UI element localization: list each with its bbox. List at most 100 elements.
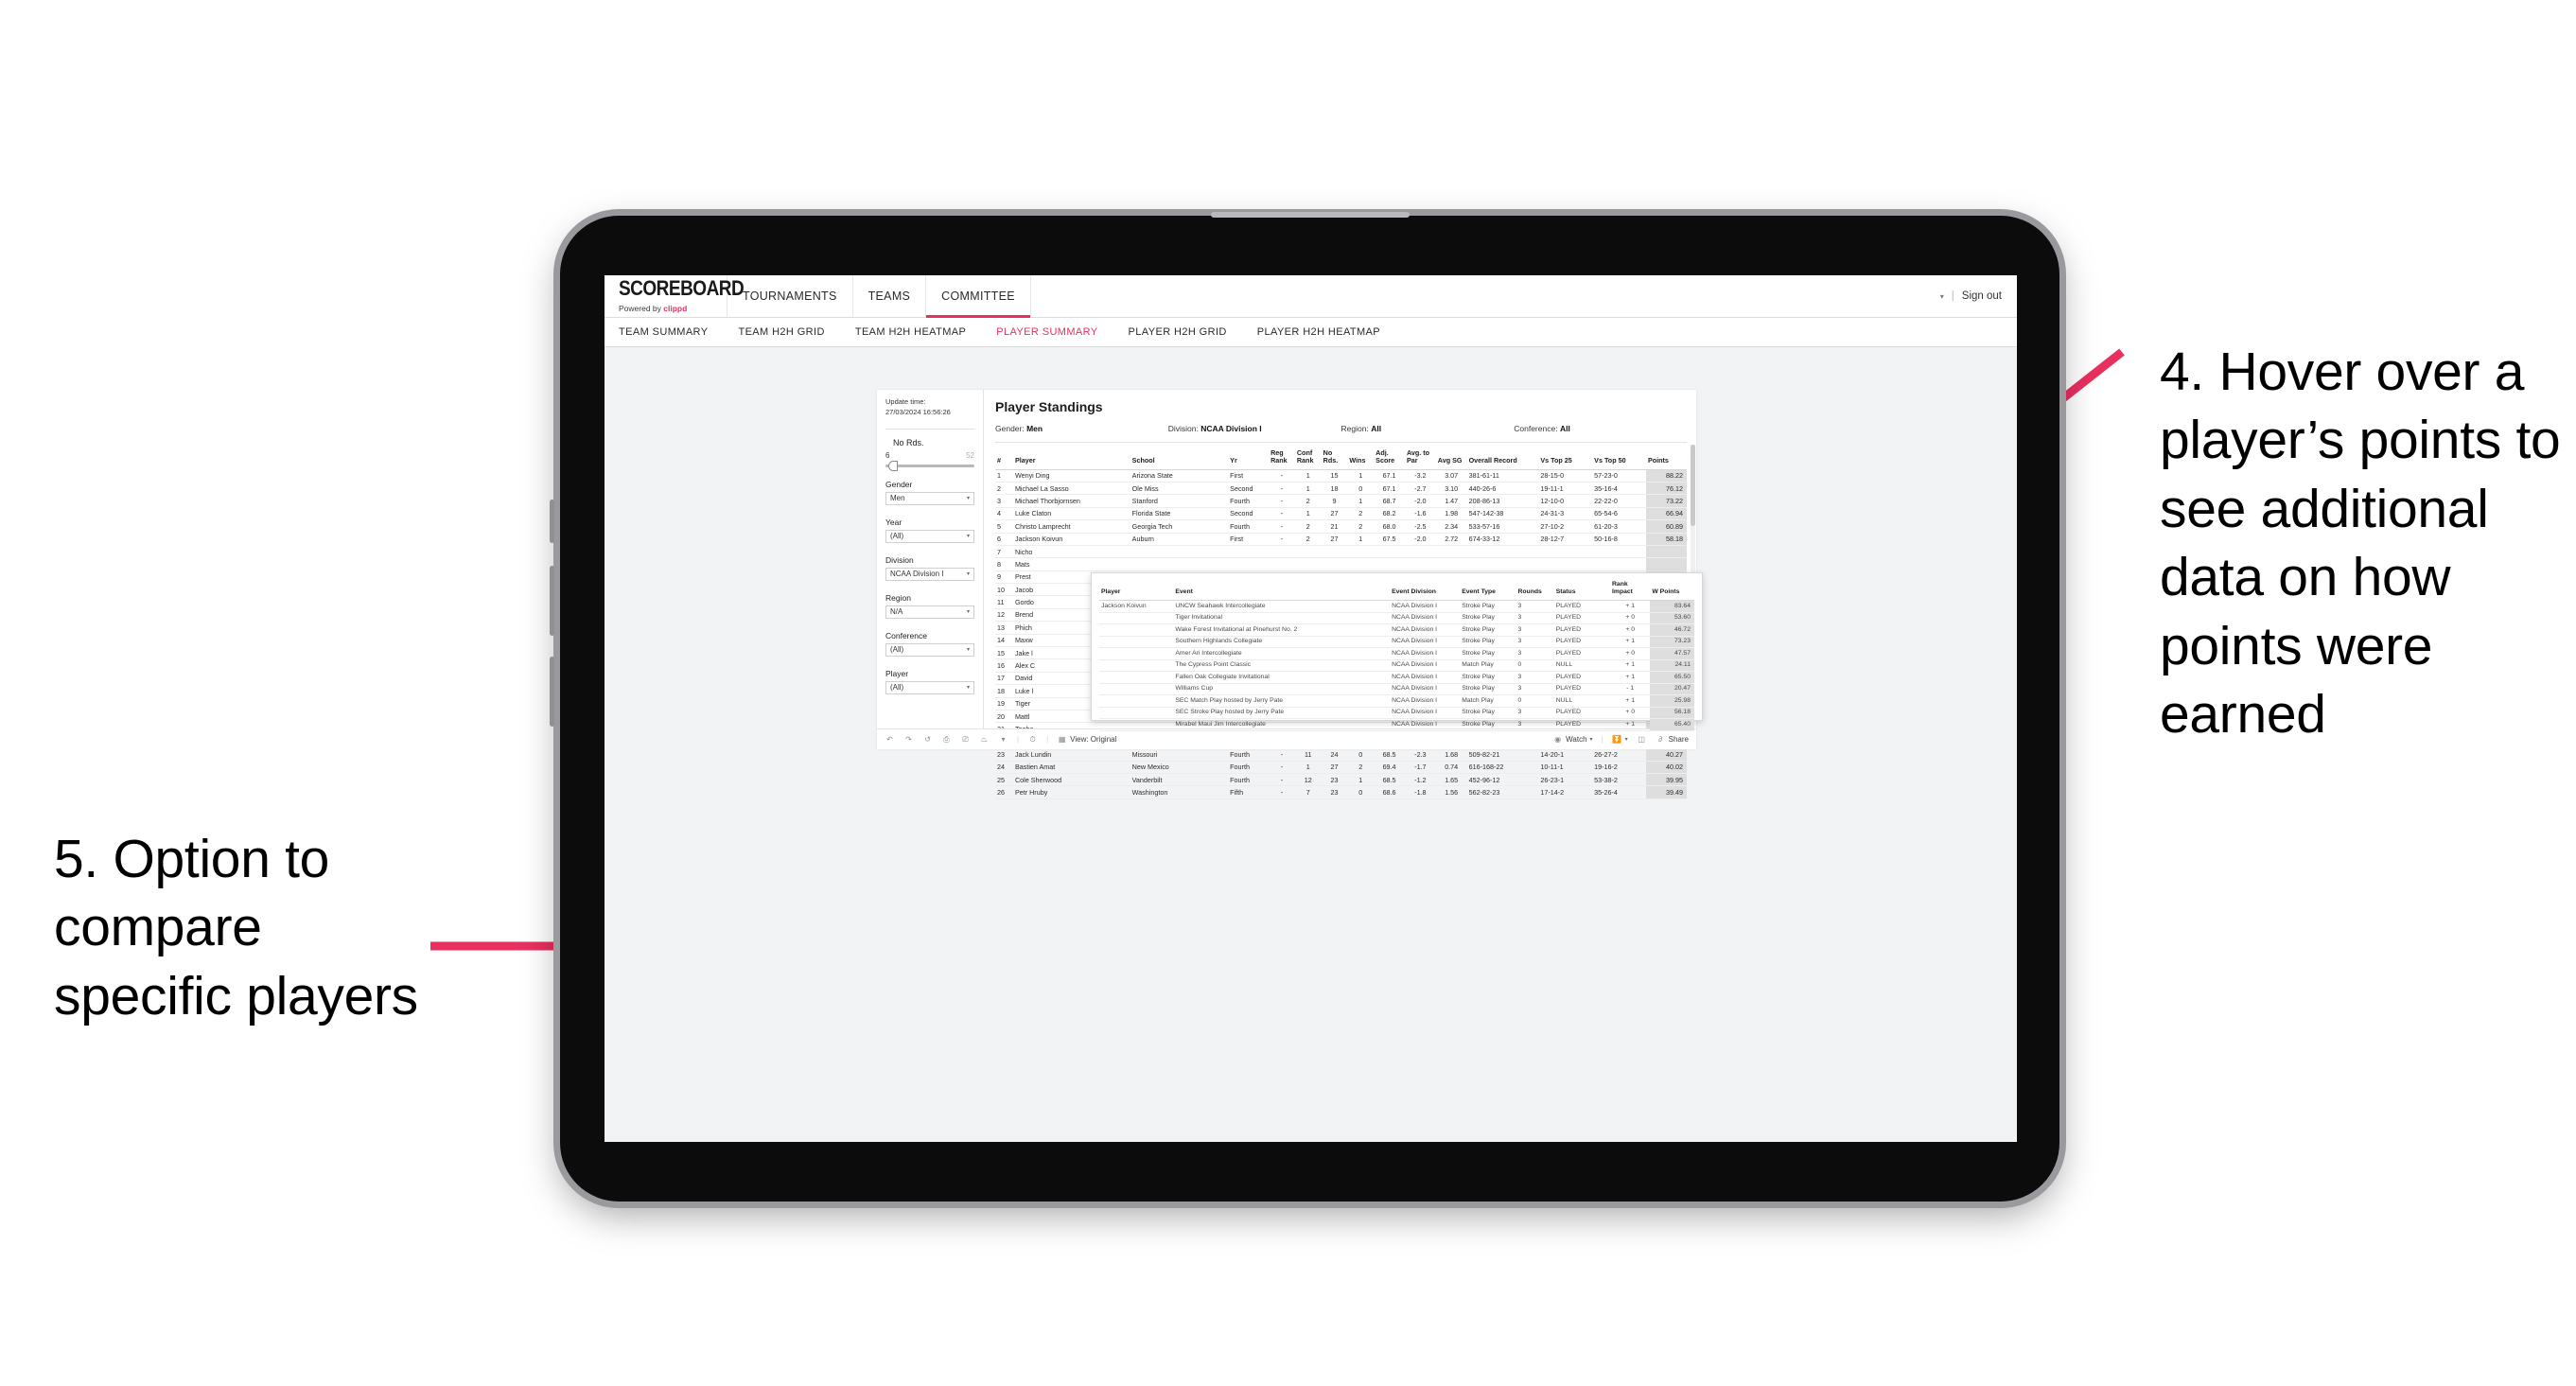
cell-rank: 4 bbox=[995, 507, 1013, 521]
filter-gender-select[interactable]: Men ▾ bbox=[885, 491, 974, 505]
subnav-item-team-summary[interactable]: TEAM SUMMARY bbox=[619, 326, 724, 338]
table-row[interactable]: 4 Luke Claton Florida State Second -1 27 2 68.2… bbox=[995, 507, 1687, 521]
filter-division-select[interactable]: NCAA Division I ▾ bbox=[885, 567, 974, 581]
redo-icon[interactable]: ↷ bbox=[903, 734, 914, 745]
table-row[interactable]: 8 Mats bbox=[995, 557, 1687, 571]
col-player[interactable]: Player bbox=[1012, 447, 1130, 470]
col-overall-rec[interactable]: Overall Record bbox=[1466, 447, 1539, 470]
subnav-item-player-summary[interactable]: PLAYER SUMMARY bbox=[996, 326, 1113, 338]
tooltip-header-row: Player Event Event Division Event Type R… bbox=[1099, 579, 1694, 602]
cell-reg-rank: - bbox=[1269, 507, 1295, 521]
tooltip-row: Tiger Invitational NCAA Division I Stroke … bbox=[1099, 612, 1694, 625]
col-avg-to-par[interactable]: Avg. to Par bbox=[1404, 447, 1436, 470]
no-rounds-slider-handle[interactable] bbox=[888, 460, 898, 471]
table-row[interactable]: 23 Jack Lundin Missouri Fourth -11 24 0 68.5 -2.… bbox=[995, 747, 1687, 762]
help-icon[interactable]: ⏱ bbox=[1027, 734, 1038, 745]
table-row[interactable]: 1 Wenyi Ding Arizona State First -1 15 1 67.1 -3… bbox=[995, 469, 1687, 482]
subnav-item-team-h2h-grid[interactable]: TEAM H2H GRID bbox=[738, 326, 840, 338]
topnav-item-committee[interactable]: COMMITTEE bbox=[926, 275, 1031, 318]
tooltip-row: The Cypress Point Classic NCAA Division I… bbox=[1099, 659, 1694, 673]
header-spacer bbox=[1031, 275, 1940, 317]
cell-wins: 0 bbox=[1347, 785, 1375, 799]
download-button[interactable]: ⏬ ▾ bbox=[1612, 734, 1628, 745]
tooltip-row: Fallen Oak Collegiate Invitational NCAA D… bbox=[1099, 671, 1694, 684]
scrollbar-thumb[interactable] bbox=[1691, 445, 1695, 526]
cell-points[interactable]: 40.27 bbox=[1645, 747, 1687, 762]
tcell-rank-impact: + 0 bbox=[1610, 623, 1651, 637]
col-adj-score[interactable]: Adj. Score bbox=[1374, 447, 1405, 470]
col-school[interactable]: School bbox=[1130, 447, 1229, 470]
table-row[interactable]: 6 Jackson Koivun Auburn First -2 27 1 67.5 -2.0 2… bbox=[995, 533, 1687, 546]
cell-points[interactable]: 76.12 bbox=[1645, 482, 1687, 496]
col-reg-rank[interactable]: Reg Rank bbox=[1269, 447, 1295, 470]
cell-points[interactable]: 88.22 bbox=[1645, 469, 1687, 482]
cell-rank: 1 bbox=[995, 469, 1013, 482]
filter-region-select[interactable]: N/A ▾ bbox=[885, 605, 974, 619]
col-rank[interactable]: # bbox=[995, 447, 1013, 470]
cell-reg-rank: - bbox=[1269, 785, 1295, 799]
cell-conf-rank: 1 bbox=[1294, 469, 1322, 482]
filter-year-select[interactable]: (All) ▾ bbox=[885, 529, 974, 543]
col-vs-top-25[interactable]: Vs Top 25 bbox=[1538, 447, 1593, 470]
subnav-item-player-h2h-heatmap[interactable]: PLAYER H2H HEATMAP bbox=[1257, 326, 1396, 338]
col-yr[interactable]: Yr bbox=[1228, 447, 1270, 470]
view-original-button[interactable]: ▦ View: Original bbox=[1057, 734, 1117, 745]
col-wins[interactable]: Wins bbox=[1347, 447, 1375, 470]
table-row[interactable]: 3 Michael Thorbjornsen Stanford Fourth -2 9 1 6… bbox=[995, 494, 1687, 508]
cell-vs-top-25: 24-31-3 bbox=[1538, 507, 1593, 521]
refresh-icon[interactable]: ⎙ bbox=[941, 734, 952, 745]
watch-button[interactable]: ◉ Watch ▾ bbox=[1552, 734, 1592, 745]
col-avg-sg[interactable]: Avg SG bbox=[1435, 447, 1467, 470]
watch-icon: ◉ bbox=[1554, 735, 1562, 744]
pause-updates-icon[interactable]: ⎚ bbox=[960, 734, 971, 745]
col-vs-top-50[interactable]: Vs Top 50 bbox=[1592, 447, 1646, 470]
cell-yr: Fourth bbox=[1228, 747, 1270, 762]
cell-vs-top-50: 61-20-3 bbox=[1592, 519, 1646, 534]
filter-year-value: (All) bbox=[890, 532, 904, 541]
no-rounds-slider-track[interactable] bbox=[885, 460, 974, 471]
table-row[interactable]: 7 Nicho bbox=[995, 545, 1687, 559]
toolbar-divider: | bbox=[1046, 735, 1049, 744]
cell-points[interactable]: 66.94 bbox=[1645, 507, 1687, 521]
alerts-icon[interactable]: ⏢ bbox=[979, 734, 990, 745]
tcell-rounds: 3 bbox=[1516, 612, 1554, 625]
cell-points[interactable]: 39.49 bbox=[1645, 785, 1687, 799]
topnav-item-teams[interactable]: TEAMS bbox=[853, 275, 927, 317]
filter-conference-select[interactable]: (All) ▾ bbox=[885, 642, 974, 657]
cell-points[interactable] bbox=[1645, 557, 1687, 571]
cell-points[interactable]: 58.18 bbox=[1645, 533, 1687, 546]
chevron-down-icon[interactable]: ▾ bbox=[998, 734, 1008, 745]
cell-points[interactable] bbox=[1645, 545, 1687, 559]
cell-overall-record bbox=[1466, 557, 1539, 571]
undo-icon[interactable]: ↶ bbox=[885, 734, 895, 745]
cell-points[interactable]: 40.02 bbox=[1645, 761, 1687, 774]
cell-points[interactable]: 39.95 bbox=[1645, 773, 1687, 787]
col-points[interactable]: Points bbox=[1645, 447, 1687, 470]
sign-out-link[interactable]: Sign out bbox=[1962, 290, 2002, 302]
filter-player-select[interactable]: (All) ▾ bbox=[885, 680, 974, 694]
filter-player-value: (All) bbox=[890, 683, 904, 693]
chevron-down-icon[interactable]: ▾ bbox=[1940, 292, 1944, 301]
cell-points[interactable]: 73.22 bbox=[1645, 494, 1687, 508]
revert-icon[interactable]: ↺ bbox=[922, 734, 933, 745]
cell-yr: Fourth bbox=[1228, 773, 1270, 787]
cell-no-rds bbox=[1321, 557, 1348, 571]
col-no-rds[interactable]: No Rds. bbox=[1321, 447, 1348, 470]
fullscreen-icon[interactable]: ◫ bbox=[1637, 734, 1647, 745]
subnav-item-team-h2h-heatmap[interactable]: TEAM H2H HEATMAP bbox=[855, 326, 982, 338]
table-row[interactable]: 25 Cole Sherwood Vanderbilt Fourth -12 23 1 68.… bbox=[995, 773, 1687, 787]
toolbar-divider: | bbox=[1601, 735, 1603, 744]
table-row[interactable]: 5 Christo Lamprecht Georgia Tech Fourth -2 21… bbox=[995, 519, 1687, 534]
table-row[interactable]: 24 Bastien Amat New Mexico Fourth -1 27 2 69.4-… bbox=[995, 761, 1687, 774]
table-row[interactable]: 26 Petr Hruby Washington Fifth -7 23 0 68.6 -1.8… bbox=[995, 785, 1687, 799]
topnav-item-tournaments[interactable]: TOURNAMENTS bbox=[727, 275, 853, 317]
col-conf-rank[interactable]: Conf Rank bbox=[1294, 447, 1322, 470]
share-button[interactable]: ∂ Share bbox=[1656, 734, 1689, 745]
cell-vs-top-50: 35-16-4 bbox=[1592, 482, 1646, 496]
cell-points[interactable]: 60.89 bbox=[1645, 519, 1687, 534]
brand-logo[interactable]: SCOREBOARD Powered by clippd bbox=[605, 275, 745, 317]
subnav-item-player-h2h-grid[interactable]: PLAYER H2H GRID bbox=[1129, 326, 1243, 338]
tcell-event: Southern Highlands Collegiate bbox=[1173, 636, 1391, 649]
table-row[interactable]: 2 Michael La Sasso Ole Miss Second -1 18 0 67.1… bbox=[995, 482, 1687, 496]
filter-division: Division NCAA Division I ▾ bbox=[885, 555, 974, 581]
